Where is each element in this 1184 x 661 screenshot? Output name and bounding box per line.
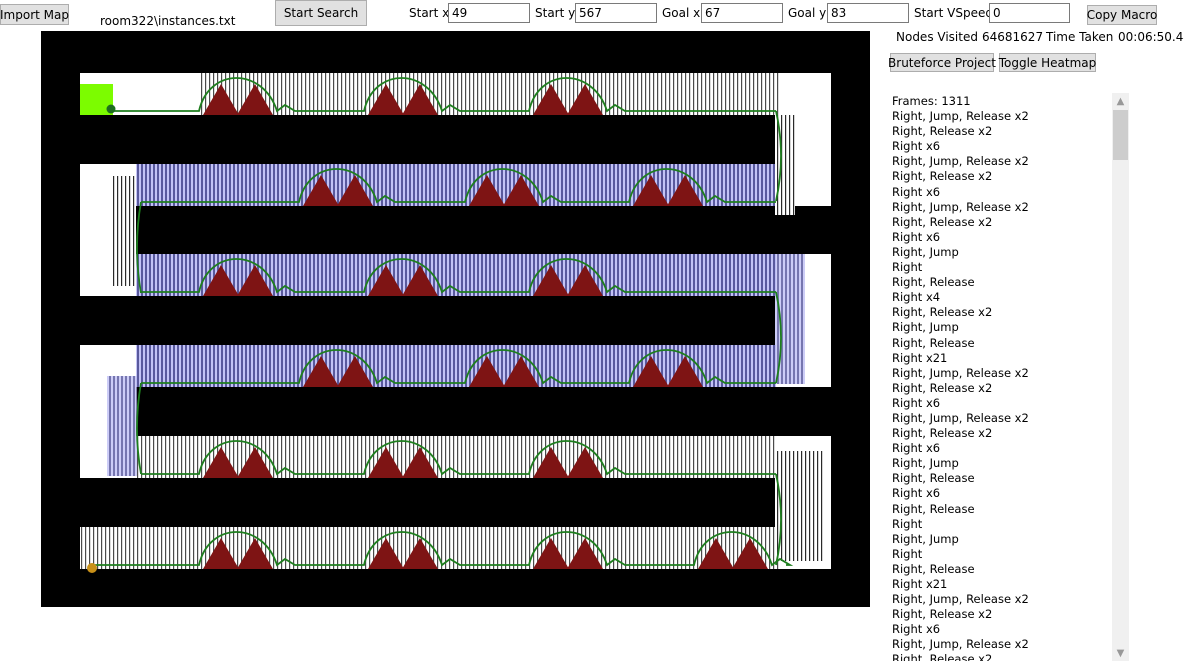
scroll-up-icon[interactable]: ▲: [1112, 93, 1129, 109]
toggle-heatmap-button[interactable]: Toggle Heatmap: [999, 53, 1096, 72]
solution-path: [91, 77, 794, 567]
spike-hazards: [203, 84, 768, 569]
bruteforce-project-button[interactable]: Bruteforce Project: [888, 53, 996, 72]
macro-line: Right x6: [892, 395, 941, 410]
macro-line: Right, Release x2: [892, 380, 993, 395]
start-y-label: Start y: [535, 6, 576, 20]
markers: [80, 84, 116, 573]
macro-line: Right, Release x2: [892, 652, 993, 661]
macro-line: Right, Jump, Release x2: [892, 592, 1029, 607]
macro-line: Right, Release: [892, 275, 975, 290]
copy-macro-button[interactable]: Copy Macro: [1087, 5, 1157, 25]
macro-line: Right, Release: [892, 471, 975, 486]
macro-line: Right x6: [892, 441, 941, 456]
macro-line: Right, Jump: [892, 456, 959, 471]
heat-band: [201, 73, 781, 115]
goal-x-input[interactable]: [701, 3, 783, 23]
heat-band: [775, 115, 795, 215]
macro-line: Right, Release x2: [892, 426, 993, 441]
macro-line: Right x4: [892, 290, 941, 305]
macro-line: Right, Jump, Release x2: [892, 109, 1029, 124]
scroll-thumb[interactable]: [1113, 110, 1128, 160]
macro-line: Right: [892, 546, 923, 561]
goal-x-label: Goal x: [662, 6, 701, 20]
macro-line: Right x6: [892, 486, 941, 501]
macro-line: Right, Jump, Release x2: [892, 154, 1029, 169]
macro-scrollbar[interactable]: ▲ ▼: [1112, 93, 1129, 661]
macro-line: Right, Jump: [892, 244, 959, 259]
macro-line: Right x6: [892, 229, 941, 244]
start-vspeed-input[interactable]: [989, 3, 1070, 23]
macro-line: Right, Release: [892, 335, 975, 350]
macro-line: Frames: 1311: [892, 94, 971, 108]
macro-line: Right, Jump, Release x2: [892, 410, 1029, 425]
heat-band: [111, 176, 136, 286]
macro-line: Right, Jump, Release x2: [892, 199, 1029, 214]
time-taken-value: 00:06:50.44: [1118, 30, 1184, 44]
macro-line: Right, Release x2: [892, 305, 993, 320]
start-vspeed-label: Start VSpeed: [914, 6, 993, 20]
macro-line: Right, Release: [892, 561, 975, 576]
map-view: [80, 73, 831, 573]
macro-output-list[interactable]: Frames: 1311 Right, Jump, Release x2 Right…: [889, 93, 1129, 661]
macro-line: Right x6: [892, 139, 941, 154]
heat-band: [775, 451, 825, 561]
macro-line: Right, Jump, Release x2: [892, 365, 1029, 380]
start-x-label: Start x: [409, 6, 450, 20]
macro-line: Right, Jump, Release x2: [892, 637, 1029, 652]
floor-corridors: [80, 73, 831, 569]
nodes-visited-label: Nodes Visited: [896, 30, 978, 44]
macro-line: Right x6: [892, 622, 941, 637]
goal-y-input[interactable]: [827, 3, 909, 23]
start-x-input[interactable]: [448, 3, 530, 23]
macro-line: Right, Release: [892, 501, 975, 516]
map-canvas[interactable]: [41, 31, 870, 607]
macro-line: Right x21: [892, 350, 948, 365]
macro-line: Right: [892, 516, 923, 531]
macro-line: Right, Release x2: [892, 169, 993, 184]
goal-y-label: Goal y: [788, 6, 827, 20]
import-map-button[interactable]: Import Map: [0, 4, 69, 25]
macro-line: Right x6: [892, 184, 941, 199]
macro-line: Right: [892, 260, 923, 275]
start-marker: [87, 563, 97, 573]
heat-band: [107, 376, 137, 476]
start-search-button[interactable]: Start Search: [275, 0, 367, 26]
goal-point: [106, 104, 116, 114]
scroll-down-icon[interactable]: ▼: [1112, 645, 1129, 661]
macro-line: Right, Release x2: [892, 124, 993, 139]
start-y-input[interactable]: [575, 3, 657, 23]
file-path-label: room322\instances.txt: [100, 14, 236, 28]
heatmap-overlay: [80, 73, 825, 569]
nodes-visited-value: 64681627: [982, 30, 1044, 44]
macro-line: Right, Release x2: [892, 607, 993, 622]
macro-line: Right, Jump: [892, 531, 959, 546]
macro-line: Right, Jump: [892, 320, 959, 335]
macro-line: Right, Release x2: [892, 214, 993, 229]
macro-line: Right x21: [892, 577, 948, 591]
time-taken-label: Time Taken: [1046, 30, 1114, 44]
